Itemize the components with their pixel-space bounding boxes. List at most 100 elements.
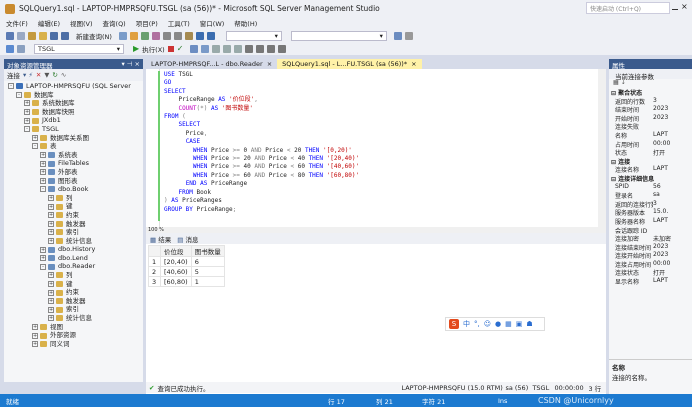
redo-icon[interactable]: [206, 31, 215, 40]
tab-document[interactable]: LAPTOP-HMPRSQF...L - dbo.Reader ×: [146, 59, 278, 69]
tree-node[interactable]: + 数据库快照: [8, 108, 143, 117]
connect-dropdown[interactable]: 连接: [7, 70, 20, 80]
quick-launch-input[interactable]: 快速启动 (Ctrl+Q): [586, 2, 670, 14]
code-line[interactable]: GROUP BY PriceRange;: [164, 206, 359, 214]
expand-icon[interactable]: +: [32, 341, 38, 348]
comment-icon[interactable]: [245, 44, 254, 53]
indent-icon[interactable]: [267, 44, 276, 53]
expand-icon[interactable]: +: [48, 289, 54, 296]
pin-icon[interactable]: ▾ ⊣ ×: [121, 60, 140, 68]
close-icon[interactable]: ×: [267, 60, 272, 68]
pin-close-icon[interactable]: ×: [411, 60, 416, 68]
search-combo[interactable]: ▾: [290, 30, 387, 41]
expand-icon[interactable]: +: [32, 323, 38, 330]
menu-item[interactable]: 帮助(H): [234, 18, 257, 28]
code-line[interactable]: WHEN Price >= 40 AND Price < 60 THEN '[4…: [164, 163, 359, 171]
activity-monitor-icon[interactable]: ∿: [61, 71, 66, 79]
property-row[interactable]: 返回的连接行数 3: [609, 200, 692, 209]
sogou-logo-icon[interactable]: S: [449, 319, 459, 329]
property-row[interactable]: 显示名称 LAPT: [609, 277, 692, 286]
code-line[interactable]: COUNT(*) AS '图书数量': [164, 105, 359, 113]
expand-icon[interactable]: +: [48, 203, 54, 210]
save-all-icon[interactable]: [61, 31, 69, 40]
collapse-icon[interactable]: -: [40, 186, 46, 193]
tree-node[interactable]: + 列: [8, 194, 143, 203]
table-cell[interactable]: 6: [190, 256, 225, 267]
expand-icon[interactable]: +: [48, 237, 54, 244]
property-row[interactable]: 连接开始时间 2023: [609, 251, 692, 260]
open-icon[interactable]: [39, 31, 47, 40]
tree-node[interactable]: + 系统数据库: [8, 99, 143, 108]
column-header[interactable]: 图书数量: [190, 245, 225, 257]
property-row[interactable]: 连接结束时间 2023: [609, 243, 692, 252]
property-row[interactable]: SPID 56: [609, 183, 692, 192]
disconnect-icon[interactable]: ✕: [36, 71, 41, 79]
expand-icon[interactable]: +: [48, 298, 54, 305]
refresh-icon[interactable]: ↻: [52, 71, 57, 79]
tree-node[interactable]: + 外部表: [8, 168, 143, 177]
execute-button[interactable]: 执行(X): [142, 44, 165, 54]
row-number[interactable]: 2: [148, 266, 161, 277]
expand-icon[interactable]: +: [40, 152, 46, 159]
tree-node[interactable]: + 约束: [8, 211, 143, 220]
property-row[interactable]: 会话跟踪 ID: [609, 226, 692, 235]
tree-node[interactable]: + 键: [8, 202, 143, 211]
tree-node[interactable]: - 数据库: [8, 91, 143, 100]
change-connection-icon[interactable]: [17, 44, 25, 53]
expand-icon[interactable]: +: [32, 332, 38, 339]
code-line[interactable]: ) AS PriceRanges: [164, 197, 359, 205]
code-line[interactable]: END AS PriceRange: [164, 180, 359, 188]
expand-icon[interactable]: +: [24, 100, 30, 107]
property-category[interactable]: ⊟ 连接详细信息: [609, 174, 692, 183]
paste-icon[interactable]: [184, 31, 193, 40]
collapse-icon[interactable]: -: [40, 263, 46, 270]
tree-node[interactable]: - dbo.Book: [8, 185, 143, 194]
minimize-icon[interactable]: [672, 9, 678, 10]
property-row[interactable]: 服务器名称 LAPT: [609, 217, 692, 226]
keyboard-icon[interactable]: ▦: [505, 320, 512, 328]
connect-icon[interactable]: ▾ ⚡: [23, 71, 33, 79]
code-line[interactable]: SELECT: [164, 121, 359, 129]
property-row[interactable]: 连接状态 打开: [609, 268, 692, 277]
table-cell[interactable]: [40,60): [160, 266, 192, 277]
table-row[interactable]: 3 [60,80) 1: [148, 276, 225, 287]
tree-node[interactable]: + 同义词: [8, 340, 143, 349]
code-line[interactable]: GO: [164, 79, 359, 87]
results-to-grid-icon[interactable]: [223, 44, 232, 53]
back-icon[interactable]: [6, 31, 14, 40]
expand-icon[interactable]: +: [40, 177, 46, 184]
mdx-icon[interactable]: [129, 31, 138, 40]
code-line[interactable]: PriceRange AS '价位段',: [164, 96, 359, 104]
punctuation-icon[interactable]: °,: [474, 320, 480, 328]
table-cell[interactable]: [20,40): [160, 256, 192, 267]
collapse-icon[interactable]: -: [16, 91, 22, 98]
editor-vertical-scrollbar[interactable]: [598, 69, 606, 227]
tree-node[interactable]: + 外部资源: [8, 331, 143, 340]
table-row[interactable]: 2 [40,60) 5: [148, 266, 225, 277]
collapse-icon[interactable]: -: [8, 83, 14, 90]
expand-icon[interactable]: +: [48, 220, 54, 227]
row-number[interactable]: 3: [148, 276, 161, 287]
tree-node[interactable]: - LAPTOP-HMPRSQFU (SQL Server: [8, 82, 143, 91]
expand-icon[interactable]: +: [24, 109, 30, 116]
property-row[interactable]: 状态 打开: [609, 148, 692, 157]
code-line[interactable]: WHEN Price >= 60 AND Price < 80 THEN '[6…: [164, 172, 359, 180]
expand-icon[interactable]: +: [48, 229, 54, 236]
expand-icon[interactable]: +: [48, 280, 54, 287]
microphone-icon[interactable]: ●: [495, 320, 501, 328]
expand-icon[interactable]: +: [48, 315, 54, 322]
property-row[interactable]: 连接占用时间 00:00: [609, 260, 692, 269]
table-cell[interactable]: [60,80): [160, 276, 192, 287]
toolbox-icon[interactable]: ☗: [526, 320, 532, 328]
expand-icon[interactable]: +: [40, 169, 46, 176]
property-row[interactable]: 服务器版本 15.0.: [609, 208, 692, 217]
results-to-text-icon[interactable]: [212, 44, 221, 53]
solution-config-combo[interactable]: ▾: [225, 30, 282, 41]
tree-node[interactable]: -表: [8, 142, 143, 151]
execute-icon[interactable]: ▶: [133, 44, 139, 53]
menu-item[interactable]: 查询(Q): [103, 18, 126, 28]
expand-icon[interactable]: +: [40, 246, 46, 253]
tree-node[interactable]: + 键: [8, 280, 143, 289]
menu-item[interactable]: 文件(F): [6, 18, 28, 28]
tab-messages[interactable]: ▤ 消息: [177, 234, 198, 244]
